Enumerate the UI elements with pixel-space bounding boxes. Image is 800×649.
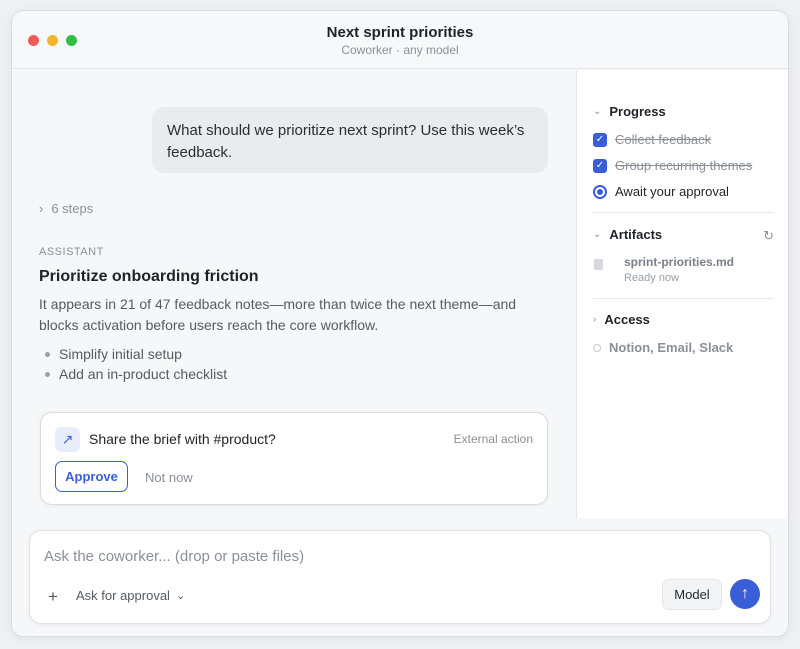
chevron-right-icon: ›: [39, 201, 44, 216]
access-title: Access: [604, 312, 650, 327]
add-attachment-icon[interactable]: +: [48, 587, 58, 607]
approval-mode-select[interactable]: Ask for approval ⌄: [76, 588, 185, 603]
send-button[interactable]: ↑: [730, 579, 760, 609]
status-dot-icon: [593, 343, 601, 352]
bullet-text: Add an in-product checklist: [59, 366, 228, 382]
progress-item-label: Await your approval: [615, 184, 729, 199]
assistant-heading: Prioritize onboarding friction: [39, 268, 259, 285]
refresh-icon[interactable]: ↻: [763, 228, 774, 244]
steps-toggle[interactable]: › 6 steps: [39, 201, 93, 216]
bullet-text: Simplify initial setup: [59, 346, 182, 362]
radio-selected-icon: [593, 184, 607, 199]
artifacts-title: Artifacts: [609, 227, 663, 242]
external-action-tag: External action: [453, 432, 533, 446]
file-icon: [594, 259, 603, 270]
title-bar: Next sprint priorities Coworker · any mo…: [12, 11, 788, 69]
chevron-down-icon: ⌄: [593, 229, 602, 240]
bullet-dot-icon: [45, 371, 50, 377]
approval-card-title: Share the brief with #product?: [89, 431, 276, 447]
window-subtitle: Coworker · any model: [341, 43, 459, 57]
user-message: What should we prioritize next sprint? U…: [152, 107, 548, 173]
chevron-right-icon: ›: [593, 314, 597, 325]
sidebar-divider: [593, 298, 773, 299]
chevron-down-icon: ⌄: [175, 590, 186, 602]
list-item: Simplify initial setup: [45, 344, 227, 364]
artifacts-section-toggle[interactable]: ⌄ Artifacts: [593, 227, 662, 242]
arrow-up-icon: ↑: [741, 585, 749, 602]
steps-label: 6 steps: [51, 201, 94, 216]
progress-item-await-approval[interactable]: Await your approval: [593, 184, 729, 199]
checkbox-checked-icon: ✓: [593, 158, 607, 173]
progress-section-toggle[interactable]: ⌄ Progress: [593, 104, 666, 119]
app-window: Next sprint priorities Coworker · any mo…: [11, 10, 789, 637]
model-button[interactable]: Model: [662, 579, 722, 610]
not-now-button[interactable]: Not now: [145, 470, 193, 485]
access-section-toggle[interactable]: › Access: [593, 312, 650, 327]
checkbox-checked-icon: ✓: [593, 132, 607, 147]
progress-item-collect-feedback[interactable]: ✓ Collect feedback: [593, 132, 711, 147]
arrow-up-right-icon: ↗: [55, 427, 80, 452]
approval-card: ↗ Share the brief with #product? Externa…: [40, 412, 548, 505]
window-title: Next sprint priorities: [326, 24, 474, 41]
access-value: Notion, Email, Slack: [609, 340, 734, 355]
chevron-down-icon: ⌄: [593, 106, 602, 117]
progress-item-label: Collect feedback: [615, 132, 712, 147]
approval-mode-label: Ask for approval: [76, 588, 170, 603]
composer-input[interactable]: [44, 545, 744, 567]
progress-item-group-themes[interactable]: ✓ Group recurring themes: [593, 158, 752, 173]
assistant-label: ASSISTANT: [39, 246, 104, 258]
sidebar: ⌄ Progress ✓ Collect feedback ✓ Group re…: [576, 70, 788, 518]
sidebar-divider: [593, 212, 773, 213]
assistant-paragraph: It appears in 21 of 47 feedback notes—mo…: [39, 296, 517, 333]
bullet-dot-icon: [45, 351, 50, 357]
approve-button[interactable]: Approve: [55, 461, 128, 492]
artifact-status: Ready now: [624, 272, 680, 284]
composer: + Ask for approval ⌄ Model ↑: [29, 530, 771, 624]
artifact-file-link[interactable]: sprint-priorities.md: [624, 255, 734, 269]
assistant-bullets: Simplify initial setup Add an in-product…: [45, 344, 227, 384]
list-item: Add an in-product checklist: [45, 364, 227, 384]
chat-area: What should we prioritize next sprint? U…: [12, 70, 576, 526]
progress-item-label: Group recurring themes: [615, 158, 753, 173]
access-item: Notion, Email, Slack: [593, 340, 733, 355]
progress-title: Progress: [609, 104, 666, 119]
